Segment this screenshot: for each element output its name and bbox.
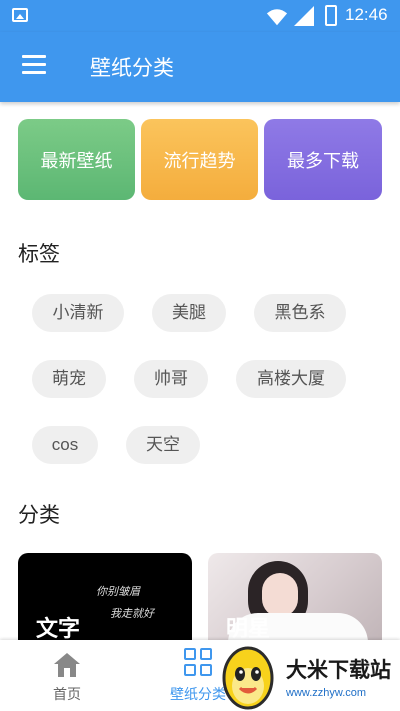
watermark: 大米下载站 www.zzhyw.com [216, 642, 400, 711]
page-title: 壁纸分类 [90, 56, 174, 80]
tag-legs[interactable]: 美腿 [152, 294, 226, 332]
cell-signal-icon [294, 6, 314, 26]
wifi-icon [266, 9, 288, 26]
trending-button[interactable]: 流行趋势 [141, 119, 258, 200]
watermark-logo-icon [222, 646, 274, 710]
category-card-label: 文字 [36, 617, 81, 642]
tag-fresh[interactable]: 小清新 [32, 294, 124, 332]
watermark-title: 大米下载站 [286, 658, 391, 682]
most-downloaded-button[interactable]: 最多下载 [264, 119, 382, 200]
category-card-text[interactable]: 你别皱眉 我走就好 文字 [18, 553, 192, 653]
nav-home-label: 首页 [53, 687, 81, 703]
menu-icon[interactable] [22, 55, 48, 75]
status-time: 12:46 [345, 5, 388, 24]
card-script-line: 你别皱眉 [96, 585, 140, 598]
grid-icon [184, 648, 214, 678]
categories-section-title: 分类 [18, 503, 60, 527]
tag-cos[interactable]: cos [32, 426, 98, 464]
home-icon [54, 653, 80, 677]
battery-icon [325, 5, 337, 26]
image-notification-icon [12, 8, 28, 22]
category-card-celebrity[interactable]: 明星 [208, 553, 382, 653]
watermark-url: www.zzhyw.com [286, 687, 367, 699]
tag-buildings[interactable]: 高楼大厦 [236, 360, 346, 398]
tag-black[interactable]: 黑色系 [254, 294, 346, 332]
tag-sky[interactable]: 天空 [126, 426, 200, 464]
nav-home[interactable]: 首页 [17, 640, 117, 711]
latest-wallpapers-button[interactable]: 最新壁纸 [18, 119, 135, 200]
tags-section-title: 标签 [18, 242, 60, 266]
category-card-label: 明星 [226, 617, 271, 642]
card-script-line: 我走就好 [110, 607, 154, 620]
tag-handsome[interactable]: 帅哥 [134, 360, 208, 398]
tag-pets[interactable]: 萌宠 [32, 360, 106, 398]
status-bar: 12:46 [0, 0, 400, 32]
app-bar: 壁纸分类 [0, 32, 400, 102]
